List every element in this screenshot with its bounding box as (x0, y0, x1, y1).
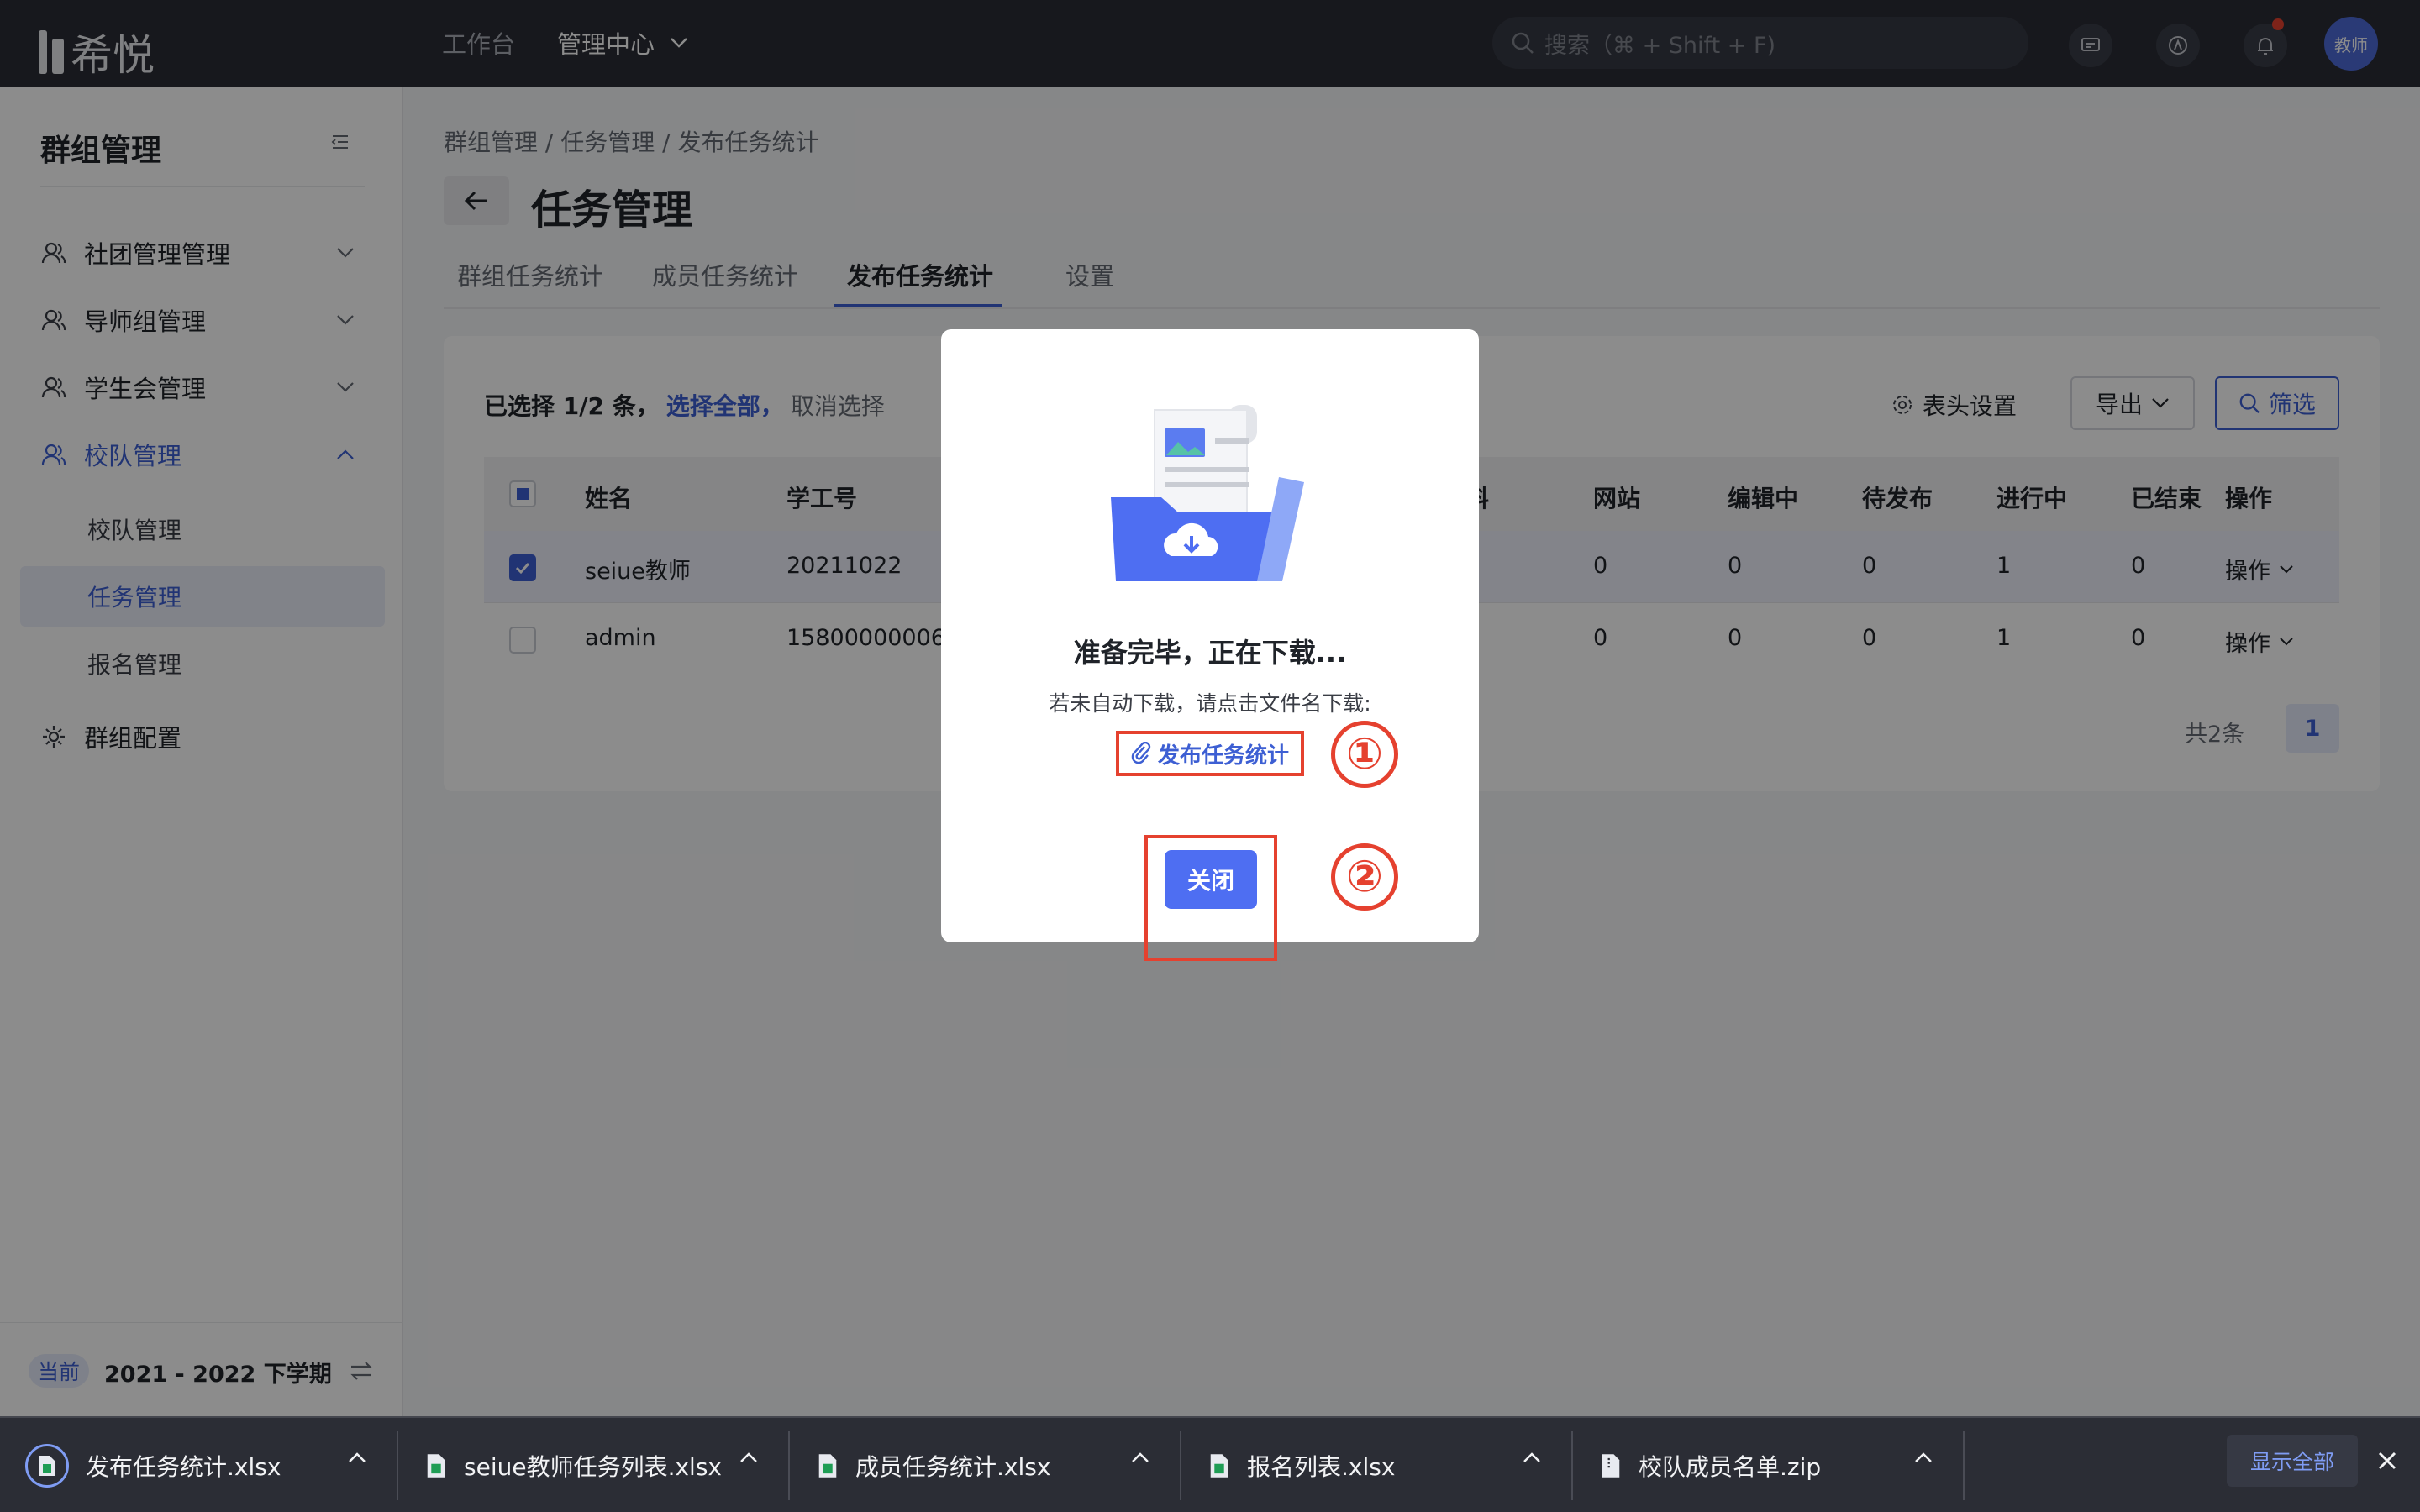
modal-title: 准备完毕，正在下载... (1073, 637, 1347, 669)
download-progress-icon (25, 1444, 69, 1488)
download-item[interactable]: seiue教师任务列表.xlsx (425, 1418, 722, 1512)
download-filename: 校队成员名单.zip (1639, 1453, 1822, 1481)
download-separator (788, 1431, 790, 1500)
download-filename: 报名列表.xlsx (1247, 1453, 1396, 1481)
chevron-up-icon[interactable] (348, 1452, 366, 1463)
chevron-up-icon[interactable] (739, 1452, 758, 1463)
chevron-up-icon[interactable] (1523, 1452, 1541, 1463)
download-modal: 准备完毕，正在下载... 若未自动下载，请点击文件名下载: 发布任务统计 ① 关… (941, 329, 1479, 961)
chevron-up-icon[interactable] (1914, 1452, 1933, 1463)
download-filename: seiue教师任务列表.xlsx (464, 1453, 722, 1481)
paperclip-icon (1131, 742, 1151, 764)
download-item[interactable]: 发布任务统计.xlsx (25, 1418, 281, 1512)
download-item[interactable]: 校队成员名单.zip (1600, 1418, 1821, 1512)
modal-subtitle: 若未自动下载，请点击文件名下载: (1049, 691, 1371, 716)
download-item[interactable]: 报名列表.xlsx (1208, 1418, 1395, 1512)
spreadsheet-file-icon (427, 1454, 445, 1478)
spreadsheet-file-icon (818, 1454, 837, 1478)
close-icon[interactable] (2375, 1448, 2400, 1473)
download-file-label: 发布任务统计 (1157, 743, 1289, 769)
download-filename: 成员任务统计.xlsx (855, 1453, 1051, 1481)
show-all-downloads-button[interactable]: 显示全部 (2227, 1435, 2358, 1487)
close-button[interactable]: 关闭 (1165, 850, 1257, 909)
download-separator (397, 1431, 398, 1500)
download-file-link[interactable]: 发布任务统计 (1116, 731, 1304, 776)
download-filename: 发布任务统计.xlsx (86, 1453, 281, 1481)
file-icon (1602, 1454, 1620, 1478)
download-separator (1180, 1431, 1181, 1500)
chevron-up-icon[interactable] (1131, 1452, 1150, 1463)
download-bar: 发布任务统计.xlsx seiue教师任务列表.xlsx 成员任务统计.xlsx… (0, 1416, 2420, 1512)
download-folder-illustration (1111, 405, 1304, 581)
download-separator (1963, 1431, 1965, 1500)
annotation-number-2: ② (1331, 843, 1398, 911)
download-separator (1571, 1431, 1573, 1500)
spreadsheet-file-icon (39, 1456, 55, 1476)
annotation-number-1: ① (1331, 721, 1398, 788)
spreadsheet-file-icon (1210, 1454, 1228, 1478)
download-item[interactable]: 成员任务统计.xlsx (817, 1418, 1050, 1512)
